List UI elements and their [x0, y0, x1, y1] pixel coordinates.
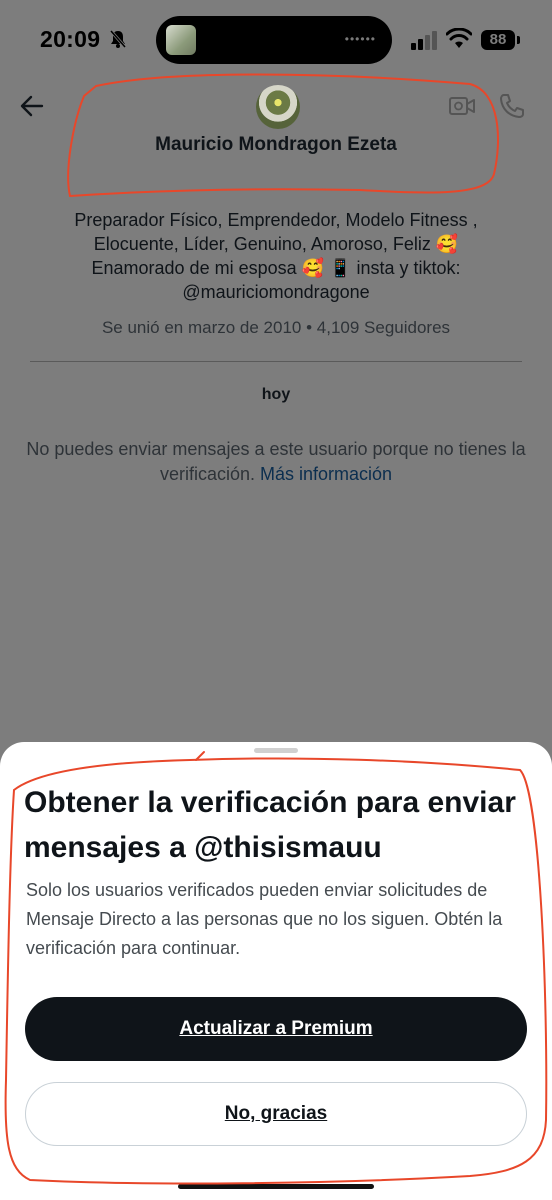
more-info-link[interactable]: Más información — [260, 464, 392, 484]
video-icon[interactable] — [448, 92, 476, 120]
sheet-title: Obtener la verificación para enviar mens… — [24, 786, 516, 864]
divider — [30, 361, 522, 362]
verification-notice: No puedes enviar mensajes a este usuario… — [6, 437, 546, 487]
avatar[interactable] — [256, 85, 300, 129]
verification-sheet: Obtener la verificación para enviar mens… — [0, 742, 552, 1200]
bio-line: @mauriciomondragone — [182, 282, 370, 302]
profile-bio: Preparador Físico, Emprendedor, Modelo F… — [30, 208, 522, 304]
phone-icon[interactable] — [498, 92, 526, 120]
upgrade-premium-button[interactable]: Actualizar a Premium — [25, 997, 527, 1061]
profile-meta: Se unió en marzo de 2010 • 4,109 Seguido… — [101, 318, 451, 337]
bio-line: Elocuente, Líder, Genuino, Amoroso, Feli… — [93, 234, 459, 254]
back-arrow-icon[interactable] — [18, 92, 46, 120]
sheet-grabber[interactable] — [254, 748, 298, 753]
bell-muted-icon — [109, 30, 127, 48]
media-thumbnail — [166, 25, 196, 55]
home-indicator — [178, 1184, 374, 1189]
cellular-signal-icon — [411, 31, 437, 50]
dynamic-island: •••••• — [156, 16, 392, 64]
bio-line: Enamorado de mi esposa 🥰 📱 insta y tikto… — [91, 258, 461, 278]
wifi-icon — [446, 28, 472, 48]
day-label: hoy — [261, 386, 291, 403]
battery-tip — [517, 36, 520, 44]
sheet-description: Solo los usuarios verificados pueden env… — [26, 880, 503, 958]
bio-line: Preparador Físico, Emprendedor, Modelo F… — [74, 210, 478, 230]
conversation-name: Mauricio Mondragon Ezeta — [155, 134, 397, 155]
waveform-icon: •••••• — [344, 32, 376, 46]
battery-level: 88 — [481, 30, 515, 50]
no-thanks-button[interactable]: No, gracias — [25, 1082, 527, 1146]
status-time: 20:09 — [40, 26, 101, 52]
